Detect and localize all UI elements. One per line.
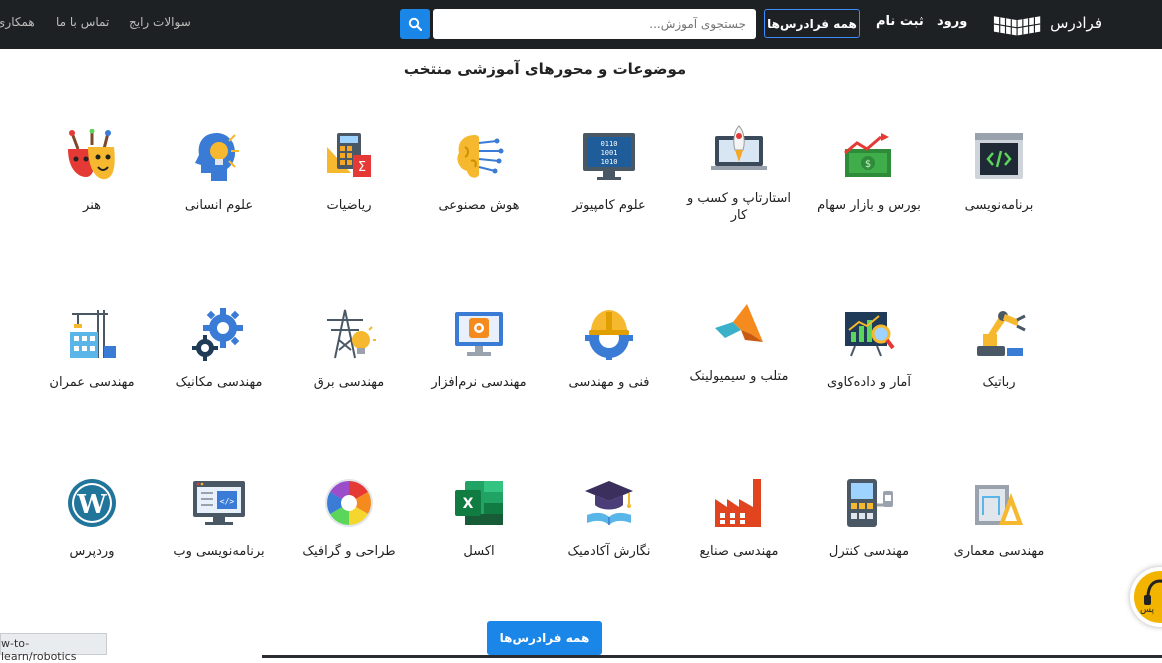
brand-name: فرادرس [1050, 14, 1102, 32]
category-label: مهندسی برق [313, 375, 385, 390]
svg-text:1001: 1001 [601, 149, 618, 157]
section-title: موضوعات و محورهای آموزشی منتخب [403, 60, 687, 78]
engineering-gear-icon [585, 310, 633, 360]
category-ai[interactable]: هوش مصنوعی [419, 129, 539, 214]
calculator-icon: Σ [327, 133, 371, 177]
svg-text:1010: 1010 [601, 158, 618, 166]
category-label: مهندسی مکانیک [175, 375, 263, 390]
gears-icon [192, 308, 243, 361]
category-label: استارتاپ و کسب و کار [687, 191, 791, 223]
matlab-icon [715, 304, 763, 342]
excel-icon: X [455, 481, 503, 525]
category-label: اکسل [463, 544, 495, 559]
svg-text:X: X [463, 496, 474, 512]
login-link[interactable]: ورود [937, 14, 967, 29]
category-label: ریاضیات [326, 198, 372, 213]
web-code-icon: </> [193, 481, 245, 525]
all-courses-bottom-button[interactable]: همه فرادرس‌ها [487, 621, 602, 655]
power-tower-icon [327, 309, 376, 359]
category-label: برنامه‌نویسی وب [173, 544, 265, 559]
support-widget[interactable]: پس [1130, 567, 1162, 627]
category-web-programming[interactable]: </> برنامه‌نویسی وب [159, 475, 279, 560]
binary-monitor-icon: 0110 1001 1010 [583, 133, 635, 180]
book-logo-icon [993, 16, 1041, 36]
category-label: علوم انسانی [184, 198, 254, 213]
category-stock-market[interactable]: $ بورس و بازار سهام [809, 129, 929, 214]
category-math[interactable]: Σ ریاضیات [289, 129, 409, 214]
search-input[interactable] [433, 9, 756, 39]
category-architecture[interactable]: مهندسی معماری [939, 475, 1059, 560]
graduation-cap-icon [585, 481, 633, 525]
category-label: وردپرس [69, 544, 115, 559]
contact-link[interactable]: تماس با ما [56, 15, 109, 29]
category-label: مهندسی کنترل [828, 544, 910, 559]
category-control-engineering[interactable]: مهندسی کنترل [809, 475, 929, 560]
category-startup[interactable]: استارتاپ و کسب و کار [679, 122, 799, 224]
category-label: مهندسی نرم‌افزار [431, 375, 527, 390]
search-button[interactable] [400, 9, 430, 39]
software-monitor-icon [455, 312, 503, 356]
signup-link[interactable]: ثبت نام [876, 14, 924, 29]
category-label: نگارش آکادمیک [567, 544, 651, 559]
category-academic-writing[interactable]: نگارش آکادمیک [549, 475, 669, 560]
control-panel-icon [847, 479, 893, 527]
category-label: بورس و بازار سهام [817, 198, 921, 213]
head-bulb-icon [195, 133, 239, 181]
top-navbar: فرادرس ورود ثبت نام همه فرادرس‌ها سوالات… [0, 0, 1162, 49]
search-icon [408, 17, 422, 31]
category-graphic-design[interactable]: طراحی و گرافیک [289, 475, 409, 560]
wordpress-icon: W [68, 479, 116, 527]
category-label: مهندسی عمران [49, 375, 135, 390]
code-monitor-icon [975, 133, 1023, 179]
category-matlab[interactable]: متلب و سیمیولینک [679, 300, 799, 385]
category-label: مهندسی معماری [953, 544, 1045, 559]
category-art[interactable]: هنر [32, 129, 152, 214]
category-label: هنر [83, 198, 101, 213]
all-courses-button[interactable]: همه فرادرس‌ها [764, 9, 860, 38]
startup-rocket-icon [711, 125, 767, 170]
robot-arm-icon [977, 311, 1026, 356]
category-label: برنامه‌نویسی [964, 198, 1034, 213]
category-label: طراحی و گرافیک [302, 544, 396, 559]
category-programming[interactable]: برنامه‌نویسی [939, 129, 1059, 214]
cooperation-link[interactable]: همکاری [0, 15, 35, 29]
category-engineering[interactable]: فنی و مهندسی [549, 306, 669, 391]
svg-text:0110: 0110 [601, 140, 618, 148]
svg-text:W: W [76, 490, 107, 520]
brand-logo[interactable]: فرادرس [992, 8, 1102, 38]
svg-text:$: $ [865, 159, 871, 170]
svg-text:Σ: Σ [358, 160, 366, 175]
category-label: رباتیک [982, 375, 1016, 390]
faq-link[interactable]: سوالات رایج [129, 15, 191, 29]
category-label: علوم کامپیوتر [572, 198, 646, 213]
category-electrical-engineering[interactable]: مهندسی برق [289, 306, 409, 391]
category-civil-engineering[interactable]: مهندسی عمران [32, 306, 152, 391]
factory-icon [715, 479, 761, 527]
ai-brain-icon [457, 135, 504, 178]
category-computer-science[interactable]: 0110 1001 1010 علوم کامپیوتر [549, 129, 669, 214]
category-robotics[interactable]: رباتیک [939, 306, 1059, 391]
svg-text:</>: </> [220, 497, 235, 506]
color-wheel-icon [325, 479, 373, 527]
category-label: هوش مصنوعی [438, 198, 520, 213]
support-label: پس [1140, 605, 1154, 615]
stock-market-icon: $ [844, 133, 891, 177]
category-label: مهندسی صنایع [699, 544, 779, 559]
headset-icon [1144, 579, 1162, 605]
category-industrial-engineering[interactable]: مهندسی صنایع [679, 475, 799, 560]
architecture-icon [975, 485, 1023, 525]
status-bar-url: w-to-learn/robotics [0, 633, 107, 663]
category-label: آمار و داده‌کاوی [827, 375, 911, 390]
data-chart-icon [845, 312, 895, 357]
category-label: متلب و سیمیولینک [689, 369, 789, 384]
category-mechanical-engineering[interactable]: مهندسی مکانیک [159, 306, 279, 391]
category-software-engineering[interactable]: مهندسی نرم‌افزار [419, 306, 539, 391]
category-wordpress[interactable]: W وردپرس [32, 475, 152, 560]
art-masks-icon [68, 129, 115, 180]
crane-building-icon [70, 310, 116, 358]
category-label: فنی و مهندسی [568, 375, 650, 390]
category-data-mining[interactable]: آمار و داده‌کاوی [809, 306, 929, 391]
category-excel[interactable]: X اکسل [419, 475, 539, 560]
category-humanities[interactable]: علوم انسانی [159, 129, 279, 214]
